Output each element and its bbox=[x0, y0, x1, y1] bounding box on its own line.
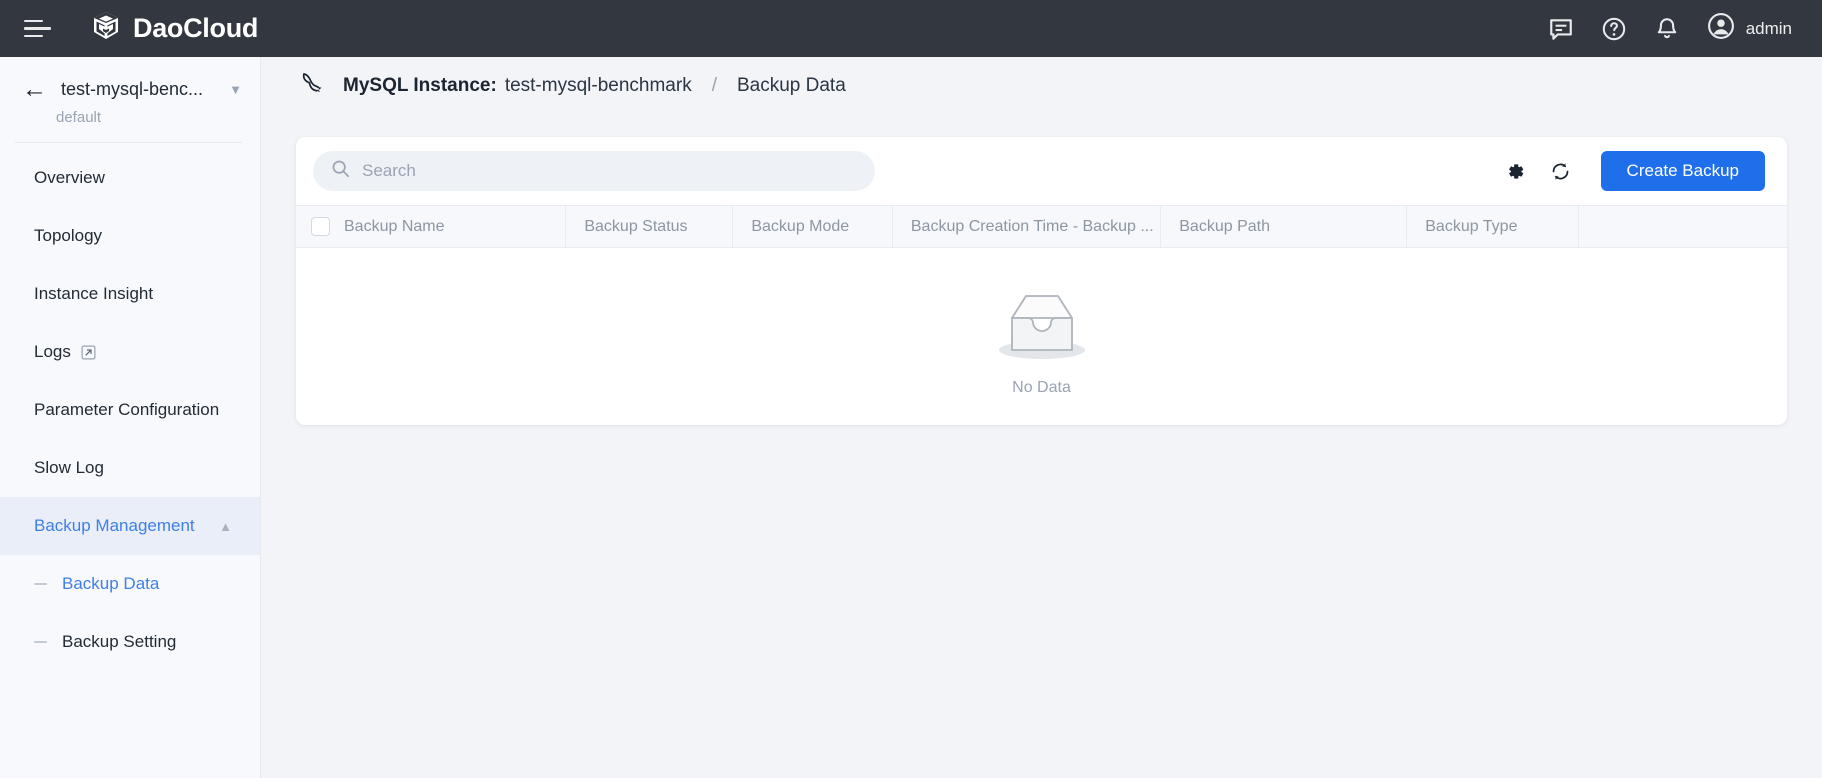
user-name-label: admin bbox=[1745, 18, 1792, 38]
sidebar-item-label: Topology bbox=[34, 226, 103, 245]
table-header: Backup Name Backup Status Backup Mode Ba… bbox=[296, 205, 1787, 248]
search-box[interactable] bbox=[313, 151, 875, 191]
gear-icon[interactable] bbox=[1505, 161, 1526, 182]
brand-logo[interactable]: DaoCloud bbox=[90, 10, 258, 47]
sidebar-item-logs[interactable]: Logs bbox=[0, 323, 260, 381]
select-all-checkbox[interactable] bbox=[311, 217, 330, 236]
instance-selector[interactable]: ← test-mysql-benc... ▼ bbox=[0, 57, 260, 102]
chat-icon[interactable] bbox=[1548, 16, 1574, 42]
breadcrumb-separator: / bbox=[711, 74, 717, 96]
sidebar-subitem-label: Backup Data bbox=[62, 574, 160, 593]
sidebar-item-backup-data[interactable]: Backup Data bbox=[0, 555, 260, 613]
sidebar: ← test-mysql-benc... ▼ default Overview … bbox=[0, 57, 261, 778]
chevron-down-icon[interactable]: ▼ bbox=[229, 82, 242, 97]
empty-inbox-icon bbox=[988, 282, 1096, 371]
top-bar: DaoCloud admin bbox=[0, 0, 1822, 57]
table-body: No Data bbox=[296, 248, 1787, 426]
user-menu[interactable]: admin bbox=[1707, 12, 1792, 45]
brand-name: DaoCloud bbox=[133, 13, 259, 43]
external-link-icon bbox=[81, 345, 96, 360]
sidebar-item-parameter-configuration[interactable]: Parameter Configuration bbox=[0, 381, 260, 439]
sidebar-subitem-label: Backup Setting bbox=[62, 632, 177, 651]
refresh-icon[interactable] bbox=[1550, 161, 1571, 182]
search-input[interactable] bbox=[362, 161, 857, 181]
user-avatar-icon bbox=[1707, 12, 1735, 45]
table-col-backup-name: Backup Name bbox=[296, 205, 567, 248]
sidebar-item-instance-insight[interactable]: Instance Insight bbox=[0, 265, 260, 323]
table-col-backup-mode: Backup Mode bbox=[732, 205, 893, 248]
sidebar-divider bbox=[15, 142, 242, 143]
hamburger-icon[interactable] bbox=[20, 12, 54, 46]
sidebar-item-label: Logs bbox=[34, 342, 71, 361]
notification-bell-icon[interactable] bbox=[1654, 16, 1680, 42]
topbar-actions: admin bbox=[1548, 12, 1792, 45]
sidebar-item-label: Slow Log bbox=[34, 458, 104, 477]
hamburger-line bbox=[24, 19, 43, 23]
table-empty-row: No Data bbox=[296, 248, 1787, 426]
sidebar-item-slow-log[interactable]: Slow Log bbox=[0, 439, 260, 497]
create-backup-button[interactable]: Create Backup bbox=[1600, 151, 1765, 191]
empty-state-label: No Data bbox=[1012, 379, 1071, 397]
empty-state: No Data bbox=[296, 248, 1787, 426]
back-arrow-icon[interactable]: ← bbox=[22, 77, 47, 102]
sidebar-group-backup-management[interactable]: Backup Management ▲ bbox=[0, 497, 260, 555]
sidebar-item-label: Overview bbox=[34, 168, 105, 187]
table-col-backup-type: Backup Type bbox=[1406, 205, 1579, 248]
instance-name-label: test-mysql-benc... bbox=[61, 79, 204, 99]
hamburger-line bbox=[24, 34, 43, 38]
sidebar-item-backup-setting[interactable]: Backup Setting bbox=[0, 613, 260, 671]
mysql-dolphin-icon bbox=[297, 67, 329, 104]
sidebar-item-overview[interactable]: Overview bbox=[0, 149, 260, 207]
sidebar-item-topology[interactable]: Topology bbox=[0, 207, 260, 265]
table-col-actions bbox=[1578, 205, 1787, 248]
dash-icon bbox=[34, 582, 47, 586]
breadcrumb: MySQL Instance: test-mysql-benchmark / B… bbox=[261, 57, 1822, 114]
sidebar-nav: Overview Topology Instance Insight Logs … bbox=[0, 149, 260, 671]
table-col-backup-status: Backup Status bbox=[565, 205, 734, 248]
instance-namespace-label: default bbox=[56, 109, 102, 126]
hamburger-line bbox=[24, 27, 51, 30]
breadcrumb-current: Backup Data bbox=[736, 74, 846, 96]
column-label: Backup Name bbox=[344, 217, 445, 235]
breadcrumb-instance[interactable]: test-mysql-benchmark bbox=[505, 75, 692, 97]
toolbar-actions: Create Backup bbox=[1505, 151, 1765, 191]
sidebar-item-label: Parameter Configuration bbox=[34, 400, 220, 419]
table-col-backup-path: Backup Path bbox=[1160, 205, 1408, 248]
backup-table: Backup Name Backup Status Backup Mode Ba… bbox=[296, 205, 1787, 425]
sidebar-item-label: Instance Insight bbox=[34, 284, 154, 303]
sidebar-group-label: Backup Management bbox=[34, 516, 195, 535]
breadcrumb-label: MySQL Instance: bbox=[343, 74, 497, 96]
help-icon[interactable] bbox=[1601, 16, 1627, 42]
daocloud-cube-logo bbox=[90, 10, 122, 47]
card-toolbar: Create Backup bbox=[296, 137, 1787, 205]
main-content: MySQL Instance: test-mysql-benchmark / B… bbox=[261, 57, 1822, 778]
table-header-row: Backup Name Backup Status Backup Mode Ba… bbox=[296, 205, 1787, 248]
chevron-up-icon[interactable]: ▲ bbox=[219, 519, 232, 534]
dash-icon bbox=[34, 640, 47, 644]
search-icon bbox=[331, 159, 350, 183]
table-col-backup-creation-time: Backup Creation Time - Backup ... bbox=[892, 205, 1162, 248]
backup-data-card: Create Backup Backup Name Backup Status bbox=[296, 137, 1787, 425]
